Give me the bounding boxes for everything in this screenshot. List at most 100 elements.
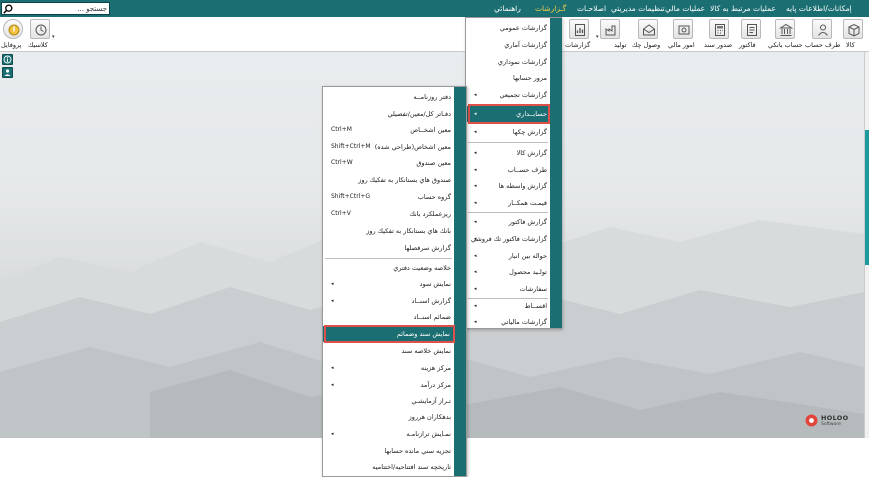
logo-name: HOLOO [821, 414, 849, 422]
accounting-item-creditor-banks-by-day[interactable]: بانك هاي بستانكار به تفكيك روز [323, 223, 466, 239]
accounting-item-trial-balance[interactable]: تـراز آزمايشـي [323, 393, 466, 409]
menu-reports[interactable]: گـزارشات [535, 0, 566, 17]
accounting-item-book-status-summary[interactable]: خلاصه وضعيت دفتري [323, 260, 466, 276]
menu-management-settings[interactable]: تنظيمات مديريتي [611, 0, 665, 17]
menu-item-label: گزارش اسنــاد [411, 297, 451, 305]
profile-icon [3, 19, 23, 39]
toolbar-account-party-button[interactable]: طرف حساب [805, 18, 841, 51]
accounting-item-persons-ledger-designed[interactable]: Shift+Ctrl+M معين اشخاص(طراحي شده) [323, 139, 466, 155]
submenu-arrow-icon: ◂ [474, 286, 477, 292]
reports-menu-item-statistical[interactable]: گزارشات آماري [466, 37, 561, 53]
accounting-item-cost-center[interactable]: ◂ مركز هزينه [323, 360, 466, 376]
menu-item-label: بانك هاي بستانكار به تفكيك روز [366, 227, 451, 235]
menu-item-label: نمايش سود [419, 280, 451, 288]
toolbar-reports-button[interactable]: گزارشات [563, 18, 593, 51]
toolbar-invoice-button[interactable]: فاكتور [738, 18, 764, 51]
reports-menu-item-tax[interactable]: ◂ گزارشات مالياتي [466, 314, 561, 330]
toolbar-cheque-button[interactable]: وصول چك [632, 18, 665, 51]
menu-item-label: گزارشات مالياتي [501, 318, 547, 326]
reports-menu-item-account-party[interactable]: ◂ طرف حســاب [466, 162, 561, 178]
toolbar-production-dropdown-icon[interactable]: ▾ [596, 34, 599, 40]
reports-menu-item-partner-price[interactable]: ◂ قيمـت همكــار [466, 195, 561, 211]
toolbar-products-button[interactable]: كالا [841, 18, 865, 51]
menu-item-label: معين اشخــاص [410, 126, 451, 134]
menu-item-label: بدهكاران هرروز [408, 413, 451, 421]
menu-item-label: گزارشات فاكتور تك فروشي [471, 235, 547, 243]
menu-corrections[interactable]: اصلاحـات [577, 0, 606, 17]
accounting-item-document-attachments[interactable]: ضمائم اسنــاد [323, 309, 466, 325]
menu-product-ops[interactable]: عمليات مرتبط به كالا [710, 0, 776, 17]
accounting-item-balance-sheet[interactable]: ◂ نمـايش ترازنامـه [323, 426, 466, 442]
search-icon[interactable] [3, 4, 13, 14]
reports-menu-item-single-sale-invoice[interactable]: ◂ گزارشات فاكتور تك فروشي [466, 231, 561, 247]
menu-separator [468, 212, 548, 213]
reports-menu-item-installments[interactable]: ◂ اقســاط [466, 298, 561, 314]
reports-menu-item-intermediaries[interactable]: ◂ گزارش واسطه ها [466, 178, 561, 194]
menu-item-label: گزارش واسطه ها [498, 182, 547, 190]
accounting-item-documents-report[interactable]: ◂ گزارش اسنــاد [323, 293, 466, 309]
accounting-item-document-summary[interactable]: نمايش خلاصه سند [323, 343, 466, 359]
accounting-item-show-profit[interactable]: ◂ نمايش سود [323, 276, 466, 292]
reports-menu-item-invoice[interactable]: ◂ گزارش فاكتور [466, 214, 561, 230]
report-icon [569, 19, 589, 39]
toolbar-bank-account-label: حساب بانكي [768, 41, 803, 49]
menu-item-label: دفتر روزنامــه [413, 93, 451, 101]
accounting-item-income-center[interactable]: ◂ مركز درآمد [323, 377, 466, 393]
toolbar-production-label: توليد [614, 41, 627, 49]
toolbar-classic-button[interactable]: كلاسيك ▾ [27, 18, 55, 51]
highlight-show-document [324, 325, 455, 343]
reports-menu-item-charts[interactable]: گزارشات نموداري [466, 54, 561, 70]
reports-menu-item-accounts-review[interactable]: مرور حسابها [466, 70, 561, 86]
reports-menu-item-orders[interactable]: ◂ سفارشات [466, 281, 561, 297]
submenu-arrow-icon: ◂ [331, 431, 334, 437]
reports-menu-item-products[interactable]: ◂ گزارش كالا [466, 145, 561, 161]
menu-help[interactable]: راهنمائي [494, 0, 521, 17]
menu-item-label: گزارشات تجميعي [499, 91, 547, 99]
accounting-item-account-group[interactable]: Shift+Ctrl+G گروه حساب [323, 189, 466, 205]
menu-item-label: خلاصه وضعيت دفتري [393, 264, 451, 272]
accounting-item-aging-analysis[interactable]: تجزيه سني مانده حسابها [323, 443, 466, 459]
toolbar-finance-label: امور مالي [668, 41, 695, 49]
search-input[interactable] [14, 3, 109, 14]
accounting-submenu: دفتر روزنامــه دفـاتر كل/معين/تفصيلي Ctr… [322, 86, 467, 477]
submenu-arrow-icon: ◂ [474, 219, 477, 225]
shortcut-label: Shift+Ctrl+M [331, 143, 371, 150]
holoo-logo: HOLOO Software [804, 413, 854, 429]
accounting-item-cash-ledger[interactable]: Ctrl+W معين صندوق [323, 155, 466, 171]
toolbar-account-party-label: طرف حساب [805, 41, 841, 49]
menu-item-label: گزارش فاكتور [508, 218, 547, 226]
toolbar-issue-document-button[interactable]: صدور سند [703, 18, 735, 51]
scrollbar-thumb[interactable] [865, 130, 869, 265]
menu-item-label: طرف حســاب [507, 166, 547, 174]
reports-menu-item-aggregate[interactable]: ◂ گزارشات تجميعي [466, 87, 561, 103]
toolbar-bank-account-button[interactable]: حساب بانكي [767, 18, 803, 51]
menu-item-label: گزارشات آماري [504, 41, 547, 49]
submenu-arrow-icon: ◂ [474, 150, 477, 156]
accounting-item-opening-closing-history[interactable]: تاريخچه سند افتتاحيه/اختتاميه [323, 459, 466, 475]
accounting-item-persons-ledger[interactable]: Ctrl+M معين اشخــاص [323, 122, 466, 138]
menu-basic-info[interactable]: إمكانات/اطلاعات پايه [786, 0, 852, 17]
info-icon[interactable] [2, 54, 13, 65]
submenu-arrow-icon: ◂ [331, 382, 334, 388]
accounting-item-headings-report[interactable]: گزارش سرفصلها [323, 240, 466, 256]
user-list-icon[interactable] [2, 67, 13, 78]
accounting-item-daily-debtors[interactable]: بدهكاران هرروز [323, 409, 466, 425]
toolbar-cheque-label: وصول چك [632, 41, 661, 49]
toolbar-classic-dropdown-icon[interactable]: ▾ [52, 34, 55, 40]
search-box [1, 2, 110, 15]
accounting-item-creditor-cash-by-day[interactable]: صندوق هاي بستانكار به تفكيك روز [323, 172, 466, 188]
menu-item-label: حواله بين انبار [508, 252, 547, 260]
toolbar-finance-button[interactable]: امور مالي [667, 18, 700, 51]
reports-menu-item-warehouse-transfer[interactable]: ◂ حواله بين انبار [466, 248, 561, 264]
logo-subtitle: Software [821, 422, 841, 427]
submenu-arrow-icon: ◂ [474, 183, 477, 189]
accounting-item-journal[interactable]: دفتر روزنامــه [323, 89, 466, 105]
toolbar-profile-button[interactable]: پروفايل [1, 18, 25, 51]
accounting-item-bank-details[interactable]: Ctrl+V ريزعملكرد بانك [323, 206, 466, 222]
accounting-item-ledgers[interactable]: دفـاتر كل/معين/تفصيلي [323, 106, 466, 122]
reports-menu-item-general[interactable]: گزارشات عمومي [466, 20, 561, 36]
menu-financial-ops[interactable]: عمليات مالي [665, 0, 705, 17]
toolbar-production-button[interactable]: توليد ▾ [596, 18, 628, 51]
reports-menu-item-cheques[interactable]: ◂ گزارش چكها [466, 124, 561, 140]
reports-menu-item-production[interactable]: ◂ تولـيد محصول [466, 264, 561, 280]
